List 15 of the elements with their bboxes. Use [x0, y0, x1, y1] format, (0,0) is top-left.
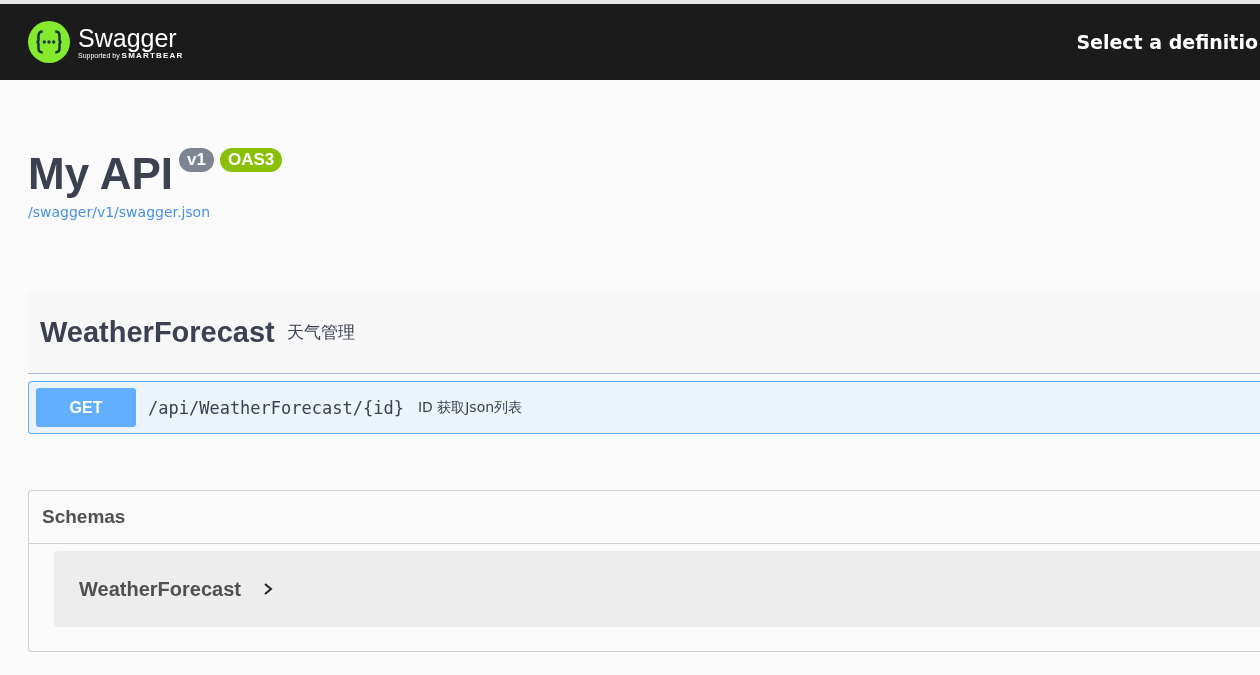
logo-name: Swagger: [78, 24, 178, 51]
schemas-title[interactable]: Schemas: [42, 506, 126, 528]
braces-icon: [28, 21, 70, 63]
model-name: WeatherForecast: [79, 577, 241, 601]
tag-name: WeatherForecast: [40, 316, 275, 349]
endpoint-summary: ID 获取Json列表: [417, 398, 523, 417]
api-title: My API: [28, 148, 174, 200]
model-row[interactable]: WeatherForecast: [54, 551, 1260, 627]
version-badge: v1: [179, 148, 214, 172]
definition-label: Select a definitio: [1076, 31, 1258, 53]
tag-description: 天气管理: [286, 321, 355, 344]
operation-row[interactable]: GET /api/WeatherForecast/{id} ID 获取Json列表: [28, 381, 1260, 434]
endpoint-path: /api/WeatherForecast/{id}: [148, 397, 404, 418]
method-badge: GET: [36, 388, 136, 427]
spec-badge: OAS3: [220, 148, 283, 172]
